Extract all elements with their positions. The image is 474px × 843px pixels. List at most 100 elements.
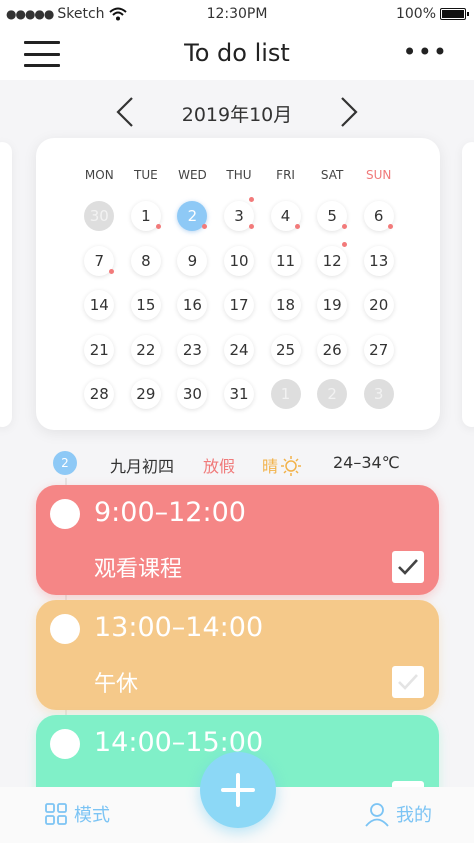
event-dot-icon bbox=[202, 224, 208, 229]
event-dot-icon bbox=[388, 224, 394, 229]
calendar-day[interactable]: 21 bbox=[76, 328, 123, 373]
calendar-day[interactable]: 6 bbox=[355, 194, 402, 239]
calendar-day-number: 23 bbox=[177, 334, 208, 365]
calendar-day-number: 9 bbox=[177, 245, 208, 276]
task-checkbox[interactable] bbox=[392, 551, 424, 583]
calendar-day-number: 18 bbox=[270, 290, 301, 321]
calendar-day[interactable]: 10 bbox=[216, 239, 263, 284]
weekday-header: MON TUE WED THU FRI SAT SUN bbox=[76, 168, 402, 182]
calendar-day[interactable]: 3 bbox=[355, 372, 402, 417]
tab-mode[interactable]: 模式 bbox=[44, 801, 110, 827]
calendar-day[interactable]: 5 bbox=[309, 194, 356, 239]
chevron-right-icon[interactable] bbox=[338, 96, 360, 128]
calendar-day[interactable]: 17 bbox=[216, 283, 263, 328]
status-bar: ●●●●● Sketch 12:30PM 100% bbox=[0, 0, 474, 28]
calendar-day[interactable]: 15 bbox=[123, 283, 170, 328]
event-dot-icon bbox=[341, 224, 347, 229]
task-time: 13:00–14:00 bbox=[94, 612, 264, 643]
selected-date-badge: 2 bbox=[53, 451, 77, 475]
app-header: To do list ••• bbox=[0, 28, 474, 80]
calendar-day-number: 8 bbox=[130, 245, 161, 276]
timeline-node bbox=[50, 614, 80, 644]
calendar-day-number: 16 bbox=[177, 290, 208, 321]
calendar-day[interactable]: 24 bbox=[216, 328, 263, 373]
calendar-day[interactable]: 16 bbox=[169, 283, 216, 328]
add-task-button[interactable] bbox=[200, 752, 276, 828]
calendar-day[interactable]: 25 bbox=[262, 328, 309, 373]
calendar-day[interactable]: 9 bbox=[169, 239, 216, 284]
battery-icon bbox=[440, 8, 469, 20]
weather-info: 晴 bbox=[262, 453, 302, 477]
more-options-icon[interactable]: ••• bbox=[403, 40, 448, 64]
calendar-day-number: 17 bbox=[223, 290, 254, 321]
timeline-node bbox=[50, 499, 80, 529]
next-month-card[interactable] bbox=[462, 142, 474, 427]
calendar-day-number: 14 bbox=[84, 290, 115, 321]
temperature-label: 24–34℃ bbox=[333, 453, 400, 472]
task-checkbox[interactable] bbox=[392, 666, 424, 698]
calendar-day-number: 24 bbox=[223, 334, 254, 365]
calendar-day-number: 11 bbox=[270, 245, 301, 276]
timeline-node bbox=[50, 729, 80, 759]
calendar-day[interactable]: 13 bbox=[355, 239, 402, 284]
event-dot-icon bbox=[248, 224, 254, 229]
lunar-date: 九月初四 bbox=[110, 457, 175, 476]
calendar-grid: 30 1 2 3 4 5 6 7 8 9 10 11 12 13 14 15 16 17 18 19 20 21 22 23 2… bbox=[76, 194, 402, 417]
calendar-day[interactable]: 14 bbox=[76, 283, 123, 328]
calendar-day[interactable]: 11 bbox=[262, 239, 309, 284]
month-label: 2019年10月 bbox=[181, 104, 293, 126]
tab-mode-label: 模式 bbox=[74, 805, 110, 826]
weekday-label: TUE bbox=[134, 168, 158, 182]
calendar-day[interactable]: 30 bbox=[76, 194, 123, 239]
battery-info: 100% bbox=[395, 6, 469, 22]
sun-icon bbox=[281, 456, 302, 476]
calendar-day-number: 28 bbox=[84, 379, 115, 410]
calendar-day-number: 26 bbox=[317, 334, 348, 365]
calendar-day[interactable]: 3 bbox=[216, 194, 263, 239]
calendar-day-number: 1 bbox=[270, 379, 301, 410]
calendar-day[interactable]: 1 bbox=[123, 194, 170, 239]
calendar-day[interactable]: 7 bbox=[76, 239, 123, 284]
calendar-day[interactable]: 2 bbox=[169, 194, 216, 239]
calendar-day[interactable]: 29 bbox=[123, 372, 170, 417]
weekday-label: SUN bbox=[366, 168, 392, 182]
calendar-day-number: 19 bbox=[317, 290, 348, 321]
calendar-day[interactable]: 1 bbox=[262, 372, 309, 417]
weekday-label: THU bbox=[226, 168, 252, 182]
weekday-label: WED bbox=[178, 168, 207, 182]
calendar-day[interactable]: 26 bbox=[309, 328, 356, 373]
calendar-day[interactable]: 12 bbox=[309, 239, 356, 284]
event-dot-icon bbox=[341, 241, 347, 247]
calendar-day[interactable]: 19 bbox=[309, 283, 356, 328]
task-time: 9:00–12:00 bbox=[94, 497, 246, 528]
calendar-day[interactable]: 28 bbox=[76, 372, 123, 417]
battery-percent: 100% bbox=[395, 6, 436, 22]
calendar-day-number: 30 bbox=[84, 201, 115, 232]
event-dot-icon bbox=[295, 224, 301, 229]
calendar-day[interactable]: 20 bbox=[355, 283, 402, 328]
calendar-day-number: 29 bbox=[130, 379, 161, 410]
task-title: 午休 bbox=[94, 672, 139, 697]
previous-month-card[interactable] bbox=[0, 142, 12, 427]
task-card[interactable]: 9:00–12:00 观看课程 bbox=[36, 485, 439, 595]
checkmark-icon bbox=[398, 674, 418, 690]
calendar-day[interactable]: 27 bbox=[355, 328, 402, 373]
calendar-day[interactable]: 4 bbox=[262, 194, 309, 239]
calendar-day-number: 21 bbox=[84, 334, 115, 365]
calendar-day[interactable]: 18 bbox=[262, 283, 309, 328]
calendar-day-number: 30 bbox=[177, 379, 208, 410]
checkmark-icon bbox=[398, 559, 418, 575]
calendar-day[interactable]: 30 bbox=[169, 372, 216, 417]
task-card[interactable]: 13:00–14:00 午休 bbox=[36, 600, 439, 710]
calendar-card: MON TUE WED THU FRI SAT SUN 30 1 2 3 4 5 6 7 8 9 10 11 12 1… bbox=[36, 138, 440, 430]
calendar-day[interactable]: 8 bbox=[123, 239, 170, 284]
calendar-day[interactable]: 31 bbox=[216, 372, 263, 417]
calendar-day[interactable]: 2 bbox=[309, 372, 356, 417]
calendar-day-number: 22 bbox=[130, 334, 161, 365]
plus-icon bbox=[221, 773, 255, 807]
grid-icon bbox=[45, 803, 67, 825]
calendar-day[interactable]: 22 bbox=[123, 328, 170, 373]
calendar-day[interactable]: 23 bbox=[169, 328, 216, 373]
user-icon bbox=[365, 803, 389, 827]
tab-mine[interactable]: 我的 bbox=[364, 801, 432, 827]
